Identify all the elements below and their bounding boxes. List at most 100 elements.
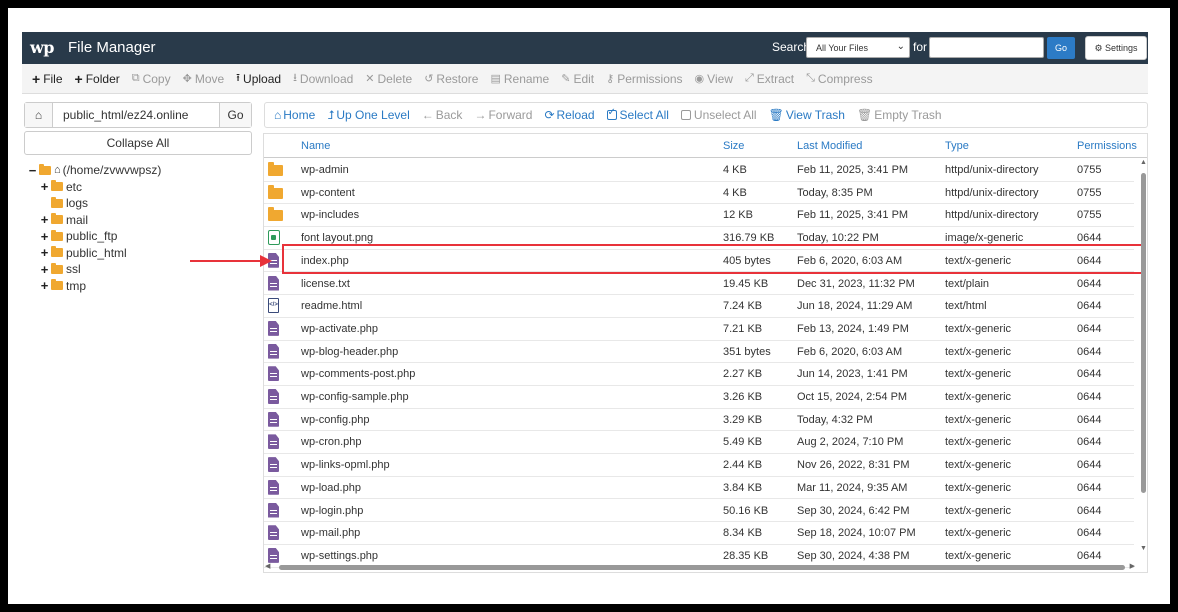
tree-item-etc[interactable]: + etc [40, 179, 82, 195]
file-name[interactable]: wp-config-sample.php [301, 391, 409, 403]
column-header-name[interactable]: Name [301, 140, 330, 152]
tree-item-mail[interactable]: + mail [40, 212, 88, 228]
delete-button[interactable]: ✕ Delete [359, 64, 418, 94]
table-row[interactable]: font layout.png 316.79 KB Today, 10:22 PM i… [264, 227, 1134, 250]
vertical-scroll-thumb[interactable] [1141, 173, 1146, 493]
scroll-right-icon[interactable]: ▶ [1130, 562, 1135, 570]
expand-icon[interactable]: + [40, 229, 49, 244]
file-name[interactable]: wp-content [301, 187, 355, 199]
collapse-all-button[interactable]: Collapse All [24, 131, 252, 155]
download-button[interactable]: ⭳ Download [287, 64, 359, 94]
file-size: 50.16 KB [723, 504, 769, 517]
expand-icon[interactable]: + [40, 262, 49, 277]
scroll-left-icon[interactable]: ◀ [265, 562, 270, 570]
file-name[interactable]: wp-links-opml.php [301, 459, 390, 471]
back-button[interactable]: ← Back [419, 108, 472, 122]
search-scope-select[interactable]: All Your Files ⌄ [806, 37, 910, 58]
download-label: Download [299, 71, 354, 86]
vertical-scrollbar[interactable]: ▲ ▼ [1139, 159, 1148, 559]
table-row[interactable]: wp-activate.php 7.21 KB Feb 13, 2024, 1:49… [264, 318, 1134, 341]
table-row[interactable]: wp-load.php 3.84 KB Mar 11, 2024, 9:35 AM t… [264, 477, 1134, 500]
file-name[interactable]: wp-includes [301, 209, 359, 221]
permissions-button[interactable]: ⚷ Permissions [600, 64, 688, 94]
file-name[interactable]: wp-cron.php [301, 436, 362, 448]
table-row[interactable]: wp-mail.php 8.34 KB Sep 18, 2024, 10:07 PM… [264, 522, 1134, 545]
table-row[interactable]: wp-includes 12 KB Feb 11, 2025, 3:41 PM htt… [264, 204, 1134, 228]
table-row[interactable]: wp-links-opml.php 2.44 KB Nov 26, 2022, 8:… [264, 454, 1134, 477]
view-button[interactable]: ◉ View [689, 64, 739, 94]
table-row[interactable]: wp-config.php 3.29 KB Today, 4:32 PM text/x… [264, 409, 1134, 432]
tree-item-root[interactable]: − ⌂ (/home/zvwvwpsz) [28, 162, 162, 178]
up-one-level-button[interactable]: ⮥ Up One Level [324, 108, 418, 123]
file-name[interactable]: readme.html [301, 300, 362, 312]
scroll-up-icon[interactable]: ▲ [1140, 159, 1147, 166]
search-go-button[interactable]: Go [1047, 37, 1075, 59]
rename-button[interactable]: ▤ Rename [484, 64, 555, 94]
permissions-label: Permissions [617, 71, 683, 86]
file-name[interactable]: wp-settings.php [301, 550, 378, 562]
horizontal-scrollbar[interactable]: ◀ ▶ [265, 563, 1135, 572]
file-name[interactable]: wp-config.php [301, 414, 370, 426]
column-header-last-modified[interactable]: Last Modified [797, 140, 862, 152]
file-name[interactable]: wp-comments-post.php [301, 368, 415, 380]
tree-item-ssl[interactable]: + ssl [40, 261, 81, 277]
table-row[interactable]: index.php 405 bytes Feb 6, 2020, 6:03 AM te… [264, 250, 1134, 273]
file-name[interactable]: wp-admin [301, 164, 349, 176]
file-name[interactable]: wp-mail.php [301, 527, 360, 539]
table-row[interactable]: wp-content 4 KB Today, 8:35 PM httpd/unix-d… [264, 182, 1134, 205]
scroll-down-icon[interactable]: ▼ [1140, 545, 1147, 552]
view-trash-button[interactable]: 🗑 View Trash [766, 108, 854, 122]
select-all-button[interactable]: Select All [604, 107, 678, 122]
expand-icon[interactable]: + [40, 278, 49, 293]
tree-item-public-html[interactable]: + public_html [40, 245, 127, 261]
home-icon[interactable]: ⌂ [25, 103, 53, 127]
column-header-type[interactable]: Type [945, 140, 969, 152]
path-go-button[interactable]: Go [219, 103, 251, 127]
restore-button[interactable]: ↺ Restore [418, 64, 484, 94]
move-button[interactable]: ✥ Move [177, 64, 231, 94]
home-button[interactable]: ⌂ Home [271, 108, 324, 122]
file-name[interactable]: wp-load.php [301, 482, 361, 494]
file-name[interactable]: index.php [301, 255, 349, 267]
file-name[interactable]: wp-activate.php [301, 323, 378, 335]
settings-button[interactable]: ⚙ Settings [1085, 36, 1147, 60]
empty-trash-button[interactable]: 🗑 Empty Trash [854, 108, 951, 122]
tree-item-logs[interactable]: logs [51, 195, 88, 211]
file-name[interactable]: font layout.png [301, 232, 373, 244]
column-header-permissions[interactable]: Permissions [1077, 140, 1137, 152]
expand-icon[interactable]: + [40, 179, 49, 194]
new-folder-button[interactable]: + Folder [69, 64, 126, 94]
unselect-all-button[interactable]: Unselect All [678, 108, 766, 122]
expand-icon[interactable]: + [40, 212, 49, 227]
tree-item-tmp[interactable]: + tmp [40, 278, 86, 294]
extract-button[interactable]: ⤢ Extract [739, 64, 800, 94]
horizontal-scroll-thumb[interactable] [279, 565, 1125, 570]
table-row[interactable]: license.txt 19.45 KB Dec 31, 2023, 11:32 P… [264, 273, 1134, 296]
file-name[interactable]: wp-blog-header.php [301, 346, 398, 358]
file-type: text/x-generic [945, 391, 1012, 403]
file-last-modified: Aug 2, 2024, 7:10 PM [797, 436, 904, 449]
tree-item-public-ftp[interactable]: + public_ftp [40, 228, 118, 244]
upload-button[interactable]: ⭱ Upload [230, 64, 287, 94]
file-name[interactable]: wp-login.php [301, 505, 363, 517]
table-row[interactable]: wp-login.php 50.16 KB Sep 30, 2024, 6:42 P… [264, 500, 1134, 523]
table-row[interactable]: wp-blog-header.php 351 bytes Feb 6, 2020, … [264, 341, 1134, 364]
compress-button[interactable]: ⤡ Compress [800, 64, 879, 94]
table-row[interactable]: wp-config-sample.php 3.26 KB Oct 15, 2024,… [264, 386, 1134, 409]
edit-button[interactable]: ✎ Edit [555, 64, 600, 94]
table-row[interactable]: </> readme.html 7.24 KB Jun 18, 2024, 11:29… [264, 295, 1134, 318]
table-row[interactable]: wp-cron.php 5.49 KB Aug 2, 2024, 7:10 PM te… [264, 431, 1134, 455]
column-header-size[interactable]: Size [723, 140, 744, 152]
path-input[interactable]: public_html/ez24.online [63, 108, 188, 122]
expand-icon[interactable]: + [40, 245, 49, 260]
reload-icon: ⟳ [544, 108, 555, 122]
collapse-icon[interactable]: − [28, 163, 37, 178]
table-row[interactable]: wp-admin 4 KB Feb 11, 2025, 3:41 PM httpd/u… [264, 159, 1134, 182]
table-row[interactable]: wp-comments-post.php 2.27 KB Jun 14, 2023,… [264, 363, 1134, 386]
search-input[interactable] [929, 37, 1044, 58]
file-name[interactable]: license.txt [301, 278, 350, 290]
forward-button[interactable]: → Forward [471, 108, 541, 122]
new-file-button[interactable]: + File [26, 64, 69, 94]
reload-button[interactable]: ⟳ Reload [541, 108, 603, 122]
copy-button[interactable]: ⧉ Copy [126, 64, 177, 94]
